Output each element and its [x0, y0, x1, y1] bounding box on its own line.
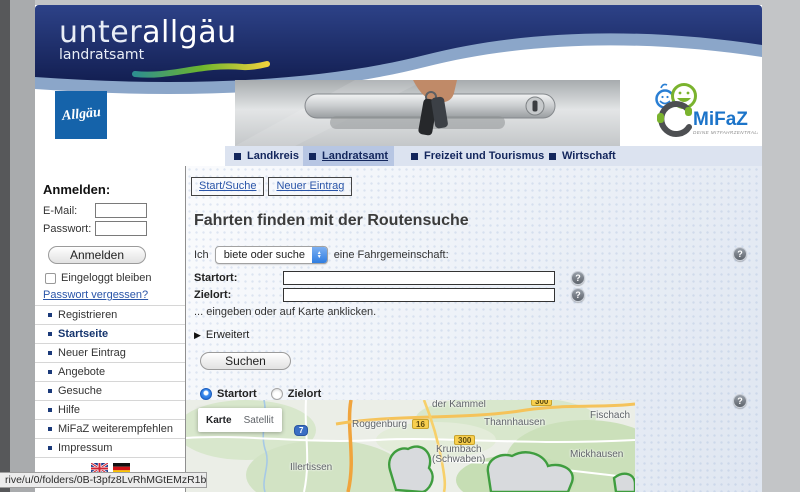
svg-text:MiFaZ: MiFaZ: [693, 109, 748, 130]
map-place-label: Mickhausen: [570, 449, 623, 460]
tab-neuer-eintrag[interactable]: Neuer Eintrag: [268, 177, 352, 196]
sidebar-item-impressum[interactable]: Impressum: [35, 439, 185, 458]
map-place-label: Fischach: [590, 410, 630, 421]
main-panel: Start/Suche Neuer Eintrag Fahrten finden…: [186, 166, 762, 492]
sidebar-item-angebote[interactable]: Angebote: [35, 363, 185, 382]
road-badge-route: 16: [412, 419, 429, 429]
help-icon[interactable]: ?: [733, 247, 747, 261]
sidebar: Anmelden: E-Mail: Passwort: Anmelden Ein…: [35, 166, 186, 492]
map-type-satellite-button[interactable]: Satellit: [244, 415, 274, 426]
sidebar-item-registrieren[interactable]: Registrieren: [35, 306, 185, 325]
select-stepper-icon: ▲▼: [312, 247, 327, 263]
nav-item-landkreis[interactable]: Landkreis: [228, 146, 305, 166]
mifaz-logo: MiFaZ DEINE MITFAHRZENTRALE: [643, 80, 758, 144]
nav-item-landratsamt[interactable]: Landratsamt: [303, 146, 394, 166]
start-input[interactable]: [283, 271, 555, 285]
map-place-label: der Kammel: [432, 400, 486, 410]
map-place-label: Thannhausen: [484, 417, 545, 428]
help-icon[interactable]: ?: [733, 394, 747, 408]
sidebar-item-hilfe[interactable]: Hilfe: [35, 401, 185, 420]
search-button[interactable]: Suchen: [200, 352, 291, 370]
help-icon[interactable]: ?: [571, 288, 585, 302]
bullet-icon: [48, 389, 52, 393]
sidebar-item-startseite[interactable]: Startseite: [35, 325, 185, 344]
main-navigation: Landkreis Landratsamt Freizeit und Touri…: [225, 146, 762, 166]
login-title: Anmelden:: [43, 182, 110, 197]
logo-swoosh-icon: [131, 59, 271, 79]
map-place-label: Illertissen: [290, 462, 332, 473]
site-logo: unterallgäu landratsamt: [59, 15, 237, 63]
start-label: Startort:: [194, 272, 283, 284]
sidebar-menu: Registrieren Startseite Neuer Eintrag An…: [35, 305, 185, 458]
nav-bullet-icon: [549, 153, 556, 160]
radio-zielort[interactable]: Zielort: [271, 388, 322, 400]
destination-label: Zielort:: [194, 289, 283, 301]
window-edge-dark: [0, 0, 10, 492]
nav-bullet-icon: [309, 153, 316, 160]
map-canvas[interactable]: Karte Satellit der Kammel Roggenburg Tha…: [186, 400, 635, 492]
svg-text:DEINE MITFAHRZENTRALE: DEINE MITFAHRZENTRALE: [693, 130, 758, 135]
stay-logged-in-checkbox[interactable]: [45, 273, 56, 284]
forgot-password-link[interactable]: Passwort vergessen?: [43, 289, 148, 301]
sidebar-item-neuer-eintrag[interactable]: Neuer Eintrag: [35, 344, 185, 363]
radio-startort[interactable]: Startort: [200, 388, 257, 400]
road-badge-route: 300: [454, 435, 475, 445]
bullet-icon: [48, 446, 52, 450]
mode-suffix-label: eine Fahrgemeinschaft:: [334, 249, 449, 261]
radio-selected-icon: [200, 388, 212, 400]
tab-start-suche[interactable]: Start/Suche: [191, 177, 264, 196]
allgaeu-logo: Allgäu: [55, 91, 107, 139]
map-hint-text: ... eingeben oder auf Karte anklicken.: [194, 306, 376, 318]
mode-select[interactable]: biete oder suche ▲▼: [215, 246, 328, 264]
header: unterallgäu landratsamt Allgäu: [35, 5, 762, 166]
destination-input[interactable]: [283, 288, 555, 302]
help-icon[interactable]: ?: [571, 271, 585, 285]
triangle-right-icon: ▶: [194, 330, 201, 341]
road-badge-motorway: 7: [294, 425, 308, 436]
password-field[interactable]: [95, 221, 147, 236]
map-type-map-button[interactable]: Karte: [206, 415, 232, 426]
map-place-label: Roggenburg: [352, 419, 407, 430]
bullet-icon: [48, 313, 52, 317]
nav-item-freizeit-und-tourismus[interactable]: Freizeit und Tourismus: [405, 146, 550, 166]
bullet-icon: [48, 332, 52, 336]
login-button[interactable]: Anmelden: [48, 246, 146, 264]
sidebar-item-gesuche[interactable]: Gesuche: [35, 382, 185, 401]
window-edge-light: [10, 0, 35, 492]
password-label: Passwort:: [43, 223, 95, 235]
map-type-control: Karte Satellit: [198, 408, 282, 432]
radio-unselected-icon: [271, 388, 283, 400]
tab-bar: Start/Suche Neuer Eintrag: [191, 177, 352, 196]
nav-bullet-icon: [234, 153, 241, 160]
mode-prefix-label: Ich: [194, 249, 209, 261]
road-badge-route: 300: [531, 400, 552, 406]
bullet-icon: [48, 427, 52, 431]
bullet-icon: [48, 351, 52, 355]
car-door-handle-photo: [235, 80, 620, 146]
email-label: E-Mail:: [43, 205, 95, 217]
mode-select-value: biete oder suche: [216, 249, 305, 261]
bullet-icon: [48, 370, 52, 374]
page: unterallgäu landratsamt Allgäu: [35, 5, 762, 492]
browser-status-tooltip: rive/u/0/folders/0B-t3pfz8LvRhMGtEMzR1bE…: [0, 472, 207, 488]
site-logo-title: unterallgäu: [59, 15, 237, 50]
nav-item-wirtschaft[interactable]: Wirtschaft: [543, 146, 622, 166]
map-place-label: (Schwaben): [432, 454, 485, 465]
sidebar-item-mifaz-weiterempfehlen[interactable]: MiFaZ weiterempfehlen: [35, 420, 185, 439]
email-field[interactable]: [95, 203, 147, 218]
bullet-icon: [48, 408, 52, 412]
stay-logged-in-label: Eingeloggt bleiben: [61, 272, 152, 284]
nav-bullet-icon: [411, 153, 418, 160]
content-area: Anmelden: E-Mail: Passwort: Anmelden Ein…: [35, 166, 762, 492]
map-click-mode: Startort Zielort: [200, 388, 321, 400]
page-title: Fahrten finden mit der Routensuche: [194, 212, 469, 230]
advanced-toggle[interactable]: ▶ Erweitert: [194, 329, 249, 341]
